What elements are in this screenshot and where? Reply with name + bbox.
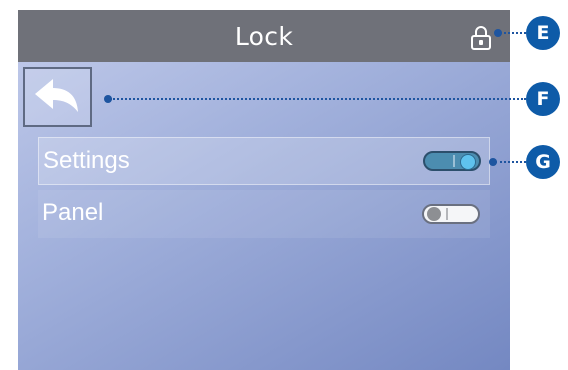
settings-row[interactable]: Settings <box>38 137 490 185</box>
settings-label: Settings <box>43 147 130 174</box>
lock-screen: Lock Settings Panel <box>18 10 510 370</box>
toggle-knob <box>427 207 441 221</box>
panel-toggle[interactable] <box>422 204 480 224</box>
callout-g-line <box>495 161 526 163</box>
back-arrow-icon <box>35 79 78 112</box>
callout-e-line <box>500 32 526 34</box>
toggle-knob <box>460 154 476 170</box>
padlock-icon <box>471 26 491 50</box>
callout-f-line <box>110 98 526 100</box>
callout-g-badge: G <box>526 145 560 179</box>
callout-f-badge: F <box>526 82 560 116</box>
settings-toggle[interactable] <box>423 151 481 171</box>
callout-e-badge: E <box>526 16 560 50</box>
back-button[interactable] <box>23 67 92 127</box>
page-title: Lock <box>234 22 294 51</box>
toggle-notch <box>446 208 448 220</box>
toggle-notch <box>453 155 455 167</box>
panel-label: Panel <box>42 199 104 226</box>
title-bar: Lock <box>18 10 510 62</box>
panel-row[interactable]: Panel <box>38 190 490 238</box>
